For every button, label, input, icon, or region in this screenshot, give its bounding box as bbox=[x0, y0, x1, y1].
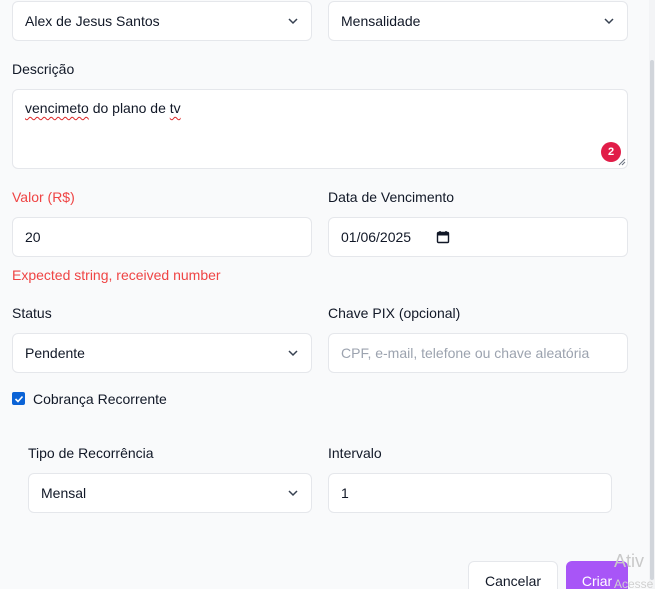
chevron-down-icon bbox=[604, 18, 614, 25]
valor-error-message: Expected string, received number bbox=[12, 267, 221, 283]
chevron-down-icon bbox=[288, 490, 298, 497]
recurrence-type-label: Tipo de Recorrência bbox=[28, 445, 154, 461]
recurrence-type-value: Mensal bbox=[41, 485, 87, 501]
cancel-button[interactable]: Cancelar bbox=[468, 561, 558, 589]
valor-label: Valor (R$) bbox=[12, 189, 75, 205]
interval-label: Intervalo bbox=[328, 445, 382, 461]
check-icon bbox=[14, 395, 23, 403]
status-select[interactable]: Pendente bbox=[12, 333, 312, 373]
recurring-checkbox[interactable] bbox=[12, 392, 25, 405]
description-label: Descrição bbox=[12, 61, 75, 77]
pix-placeholder: CPF, e-mail, telefone ou chave aleatória bbox=[341, 345, 590, 361]
recurring-label[interactable]: Cobrança Recorrente bbox=[33, 391, 167, 407]
recurrence-type-select[interactable]: Mensal bbox=[28, 473, 312, 513]
interval-value: 1 bbox=[341, 485, 349, 501]
due-date-label: Data de Vencimento bbox=[328, 189, 455, 205]
charge-type-value: Mensalidade bbox=[341, 13, 421, 29]
chevron-down-icon bbox=[288, 350, 298, 357]
resize-handle-icon[interactable] bbox=[618, 158, 626, 166]
description-text: do plano de bbox=[88, 100, 170, 116]
scrollbar-thumb[interactable] bbox=[650, 60, 654, 580]
interval-input[interactable]: 1 bbox=[328, 473, 612, 513]
client-select[interactable]: Alex de Jesus Santos bbox=[12, 1, 312, 41]
valor-input-value: 20 bbox=[25, 229, 41, 245]
activation-watermark: Ativ bbox=[614, 551, 645, 571]
valor-input[interactable]: 20 bbox=[12, 217, 312, 257]
description-misspelled-word: tv bbox=[169, 100, 181, 116]
pix-input[interactable]: CPF, e-mail, telefone ou chave aleatória bbox=[328, 333, 628, 373]
due-date-value: 01/06/2025 bbox=[341, 229, 412, 245]
description-textarea[interactable]: vencimeto do plano de tv bbox=[12, 89, 628, 169]
pix-label: Chave PIX (opcional) bbox=[328, 305, 461, 321]
status-label: Status bbox=[12, 305, 52, 321]
due-date-input[interactable]: 01/06/2025 bbox=[328, 217, 628, 257]
calendar-icon[interactable] bbox=[436, 230, 450, 244]
client-select-value: Alex de Jesus Santos bbox=[25, 13, 160, 29]
charge-type-select[interactable]: Mensalidade bbox=[328, 1, 628, 41]
description-misspelled-word: vencimeto bbox=[25, 100, 89, 116]
activation-watermark-sub: Acesse bbox=[614, 577, 654, 589]
status-select-value: Pendente bbox=[25, 345, 85, 361]
chevron-down-icon bbox=[288, 18, 298, 25]
